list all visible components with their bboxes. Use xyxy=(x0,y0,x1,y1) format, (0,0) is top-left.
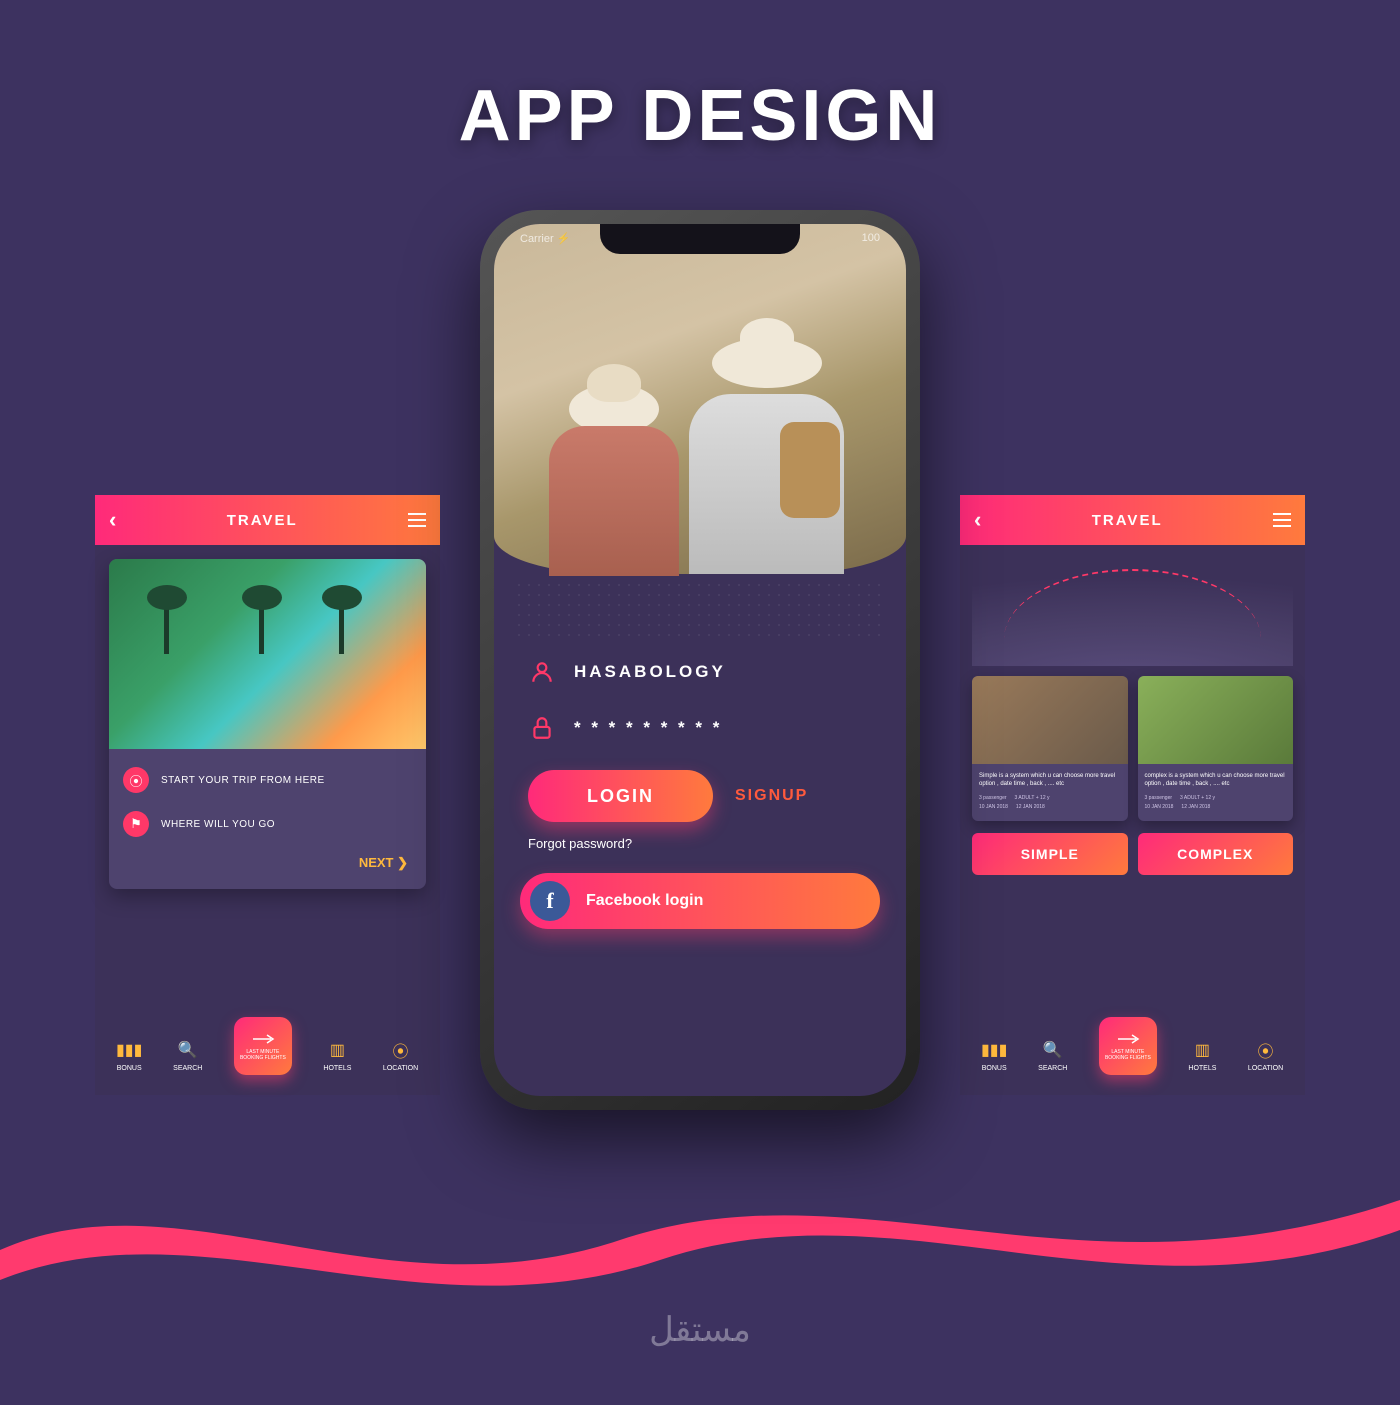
bottom-nav: ▮▮▮ BONUS 🔍 SEARCH LAST MINUTE BOOKING FLI… xyxy=(95,1015,440,1095)
nav-flights[interactable]: LAST MINUTE BOOKING FLIGHTS xyxy=(1099,1017,1157,1075)
page-title: APP DESIGN xyxy=(0,75,1400,157)
watermark-logo: مستقل xyxy=(0,1310,1400,1350)
signup-link[interactable]: SIGNUP xyxy=(735,787,808,805)
trip-destination-label: WHERE WILL YOU GO xyxy=(161,819,275,830)
nav-bonus[interactable]: ▮▮▮ BONUS xyxy=(982,1039,1007,1072)
phone-notch xyxy=(600,224,800,254)
flight-arc-icon xyxy=(1004,569,1261,639)
trip-destination-input[interactable]: ⚑ WHERE WILL YOU GO xyxy=(123,811,412,837)
password-value: * * * * * * * * * xyxy=(574,718,722,738)
header-title: TRAVEL xyxy=(1092,512,1163,529)
complex-card[interactable]: complex is a system which u can choose m… xyxy=(1138,676,1294,821)
nav-center-label2: BOOKING FLIGHTS xyxy=(1105,1055,1151,1061)
destination-image xyxy=(109,559,426,749)
nav-location[interactable]: ⦿ LOCATION xyxy=(1248,1039,1283,1072)
building-icon: ▥ xyxy=(1191,1039,1213,1061)
person-illustration xyxy=(549,384,679,574)
destination-card: ⦿ START YOUR TRIP FROM HERE ⚑ WHERE WILL… xyxy=(109,559,426,889)
date-meta: 12 JAN 2018 xyxy=(1181,804,1210,810)
user-icon xyxy=(528,658,556,686)
complex-button[interactable]: COMPLEX xyxy=(1138,833,1294,875)
card-desc: Simple is a system which u can choose mo… xyxy=(979,772,1121,789)
card-image xyxy=(972,676,1128,764)
trip-start-input[interactable]: ⦿ START YOUR TRIP FROM HERE xyxy=(123,767,412,793)
search-icon: 🔍 xyxy=(177,1039,199,1061)
date-meta: 10 JAN 2018 xyxy=(979,804,1008,810)
facebook-icon: f xyxy=(530,881,570,921)
date-meta: 12 JAN 2018 xyxy=(1016,804,1045,810)
nav-search[interactable]: 🔍 SEARCH xyxy=(173,1039,202,1072)
wave-decoration xyxy=(0,1140,1400,1400)
location-icon: ⦿ xyxy=(390,1039,412,1061)
login-button[interactable]: LOGIN xyxy=(528,770,713,822)
nav-bonus[interactable]: ▮▮▮ BONUS xyxy=(117,1039,142,1072)
person-illustration xyxy=(689,344,844,574)
login-form: HASABOLOGY * * * * * * * * * xyxy=(494,658,906,742)
screen-travel-start: ‹ TRAVEL ⦿ START YOUR TRIP FROM HERE ⚑ W… xyxy=(95,495,440,1095)
option-buttons: SIMPLE COMPLEX xyxy=(960,833,1305,875)
nav-label: SEARCH xyxy=(173,1065,202,1072)
simple-card[interactable]: Simple is a system which u can choose mo… xyxy=(972,676,1128,821)
nav-label: SEARCH xyxy=(1038,1065,1067,1072)
passenger-meta: 3 passenger xyxy=(1145,795,1173,801)
topbar: ‹ TRAVEL xyxy=(960,495,1305,545)
trip-start-label: START YOUR TRIP FROM HERE xyxy=(161,775,325,786)
nav-search[interactable]: 🔍 SEARCH xyxy=(1038,1039,1067,1072)
nav-label: HOTELS xyxy=(323,1065,351,1072)
nav-label: BONUS xyxy=(117,1065,142,1072)
password-field[interactable]: * * * * * * * * * xyxy=(528,714,872,742)
back-icon[interactable]: ‹ xyxy=(974,507,981,533)
phone-frame: Carrier ⚡ 100 HASABOLOGY * * * * * * * *… xyxy=(480,210,920,1110)
hero-image xyxy=(494,224,906,574)
carrier-label: Carrier ⚡ xyxy=(520,232,570,245)
menu-icon[interactable] xyxy=(408,513,426,527)
header-title: TRAVEL xyxy=(227,512,298,529)
chart-icon: ▮▮▮ xyxy=(983,1039,1005,1061)
facebook-label: Facebook login xyxy=(586,892,703,910)
plane-icon xyxy=(251,1031,275,1047)
globe-illustration xyxy=(972,551,1293,666)
nav-center-label2: BOOKING FLIGHTS xyxy=(240,1055,286,1061)
plane-icon xyxy=(1116,1031,1140,1047)
chart-icon: ▮▮▮ xyxy=(118,1039,140,1061)
nav-location[interactable]: ⦿ LOCATION xyxy=(383,1039,418,1072)
search-icon: 🔍 xyxy=(1042,1039,1064,1061)
card-desc: complex is a system which u can choose m… xyxy=(1145,772,1287,789)
passenger-meta: 3 passenger xyxy=(979,795,1007,801)
worldmap-dots xyxy=(514,580,886,640)
nav-label: HOTELS xyxy=(1188,1065,1216,1072)
login-actions: LOGIN SIGNUP xyxy=(494,770,906,822)
simple-button[interactable]: SIMPLE xyxy=(972,833,1128,875)
location-icon: ⦿ xyxy=(1255,1039,1277,1061)
lock-icon xyxy=(528,714,556,742)
username-value: HASABOLOGY xyxy=(574,662,726,682)
building-icon: ▥ xyxy=(326,1039,348,1061)
forgot-password-link[interactable]: Forgot password? xyxy=(494,822,906,873)
nav-label: BONUS xyxy=(982,1065,1007,1072)
facebook-login-button[interactable]: f Facebook login xyxy=(520,873,880,929)
menu-icon[interactable] xyxy=(1273,513,1291,527)
bottom-nav: ▮▮▮ BONUS 🔍 SEARCH LAST MINUTE BOOKING FLI… xyxy=(960,1015,1305,1095)
nav-hotels[interactable]: ▥ HOTELS xyxy=(1188,1039,1216,1072)
screen-travel-options: ‹ TRAVEL Simple is a system which u can … xyxy=(960,495,1305,1095)
pin-icon: ⦿ xyxy=(123,767,149,793)
nav-label: LOCATION xyxy=(383,1065,418,1072)
next-button[interactable]: NEXT ❯ xyxy=(123,855,412,871)
card-image xyxy=(1138,676,1294,764)
nav-hotels[interactable]: ▥ HOTELS xyxy=(323,1039,351,1072)
topbar: ‹ TRAVEL xyxy=(95,495,440,545)
nav-label: LOCATION xyxy=(1248,1065,1283,1072)
flag-icon: ⚑ xyxy=(123,811,149,837)
username-field[interactable]: HASABOLOGY xyxy=(528,658,872,686)
back-icon[interactable]: ‹ xyxy=(109,507,116,533)
option-cards: Simple is a system which u can choose mo… xyxy=(960,676,1305,821)
battery-label: 100 xyxy=(862,232,880,245)
screen-login: Carrier ⚡ 100 HASABOLOGY * * * * * * * *… xyxy=(494,224,906,1096)
date-meta: 10 JAN 2018 xyxy=(1145,804,1174,810)
nav-flights[interactable]: LAST MINUTE BOOKING FLIGHTS xyxy=(234,1017,292,1075)
adult-meta: 3 ADULT + 12 y xyxy=(1180,795,1215,801)
adult-meta: 3 ADULT + 12 y xyxy=(1015,795,1050,801)
